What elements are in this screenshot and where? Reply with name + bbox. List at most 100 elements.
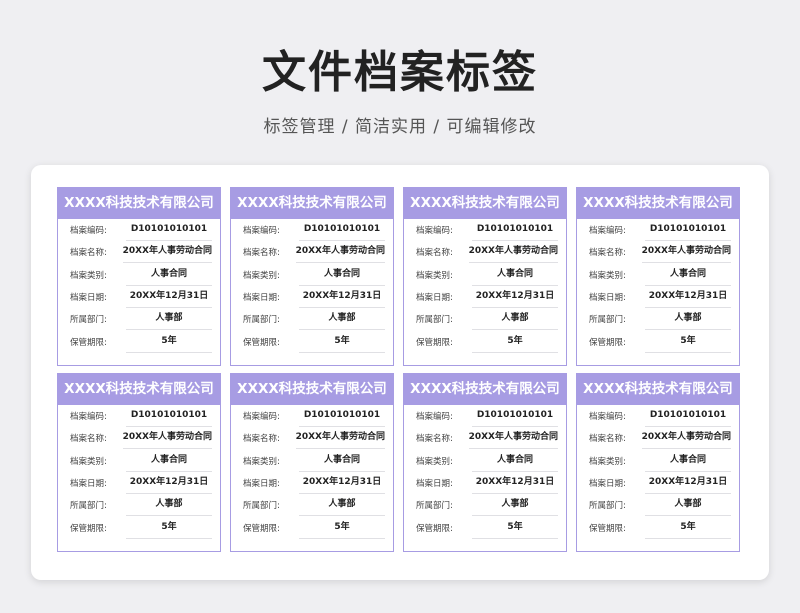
field-value: D10101010101 bbox=[299, 405, 385, 428]
field-value: 人事部 bbox=[645, 494, 731, 517]
field-value: 20XX年人事劳动合同 bbox=[641, 427, 731, 450]
card-field-row: 档案类别: 人事合同 bbox=[412, 450, 558, 472]
card-field-row: 档案日期: 20XX年12月31日 bbox=[66, 472, 212, 495]
card-field-row: 档案日期: 20XX年12月31日 bbox=[239, 472, 385, 495]
field-label: 档案编码: bbox=[243, 226, 280, 237]
field-label: 档案日期: bbox=[243, 293, 280, 304]
field-label: 所属部门: bbox=[70, 501, 107, 512]
field-value: 20XX年12月31日 bbox=[126, 286, 212, 309]
card-field-row: 档案类别: 人事合同 bbox=[239, 264, 385, 286]
field-label: 档案名称: bbox=[589, 434, 626, 445]
field-value: D10101010101 bbox=[645, 219, 731, 242]
field-label: 档案类别: bbox=[589, 270, 626, 281]
card-field-row: 档案编码: D10101010101 bbox=[412, 219, 558, 242]
field-value: 人事合同 bbox=[126, 264, 212, 286]
card-field-row: 档案名称: 20XX年人事劳动合同 bbox=[239, 241, 385, 264]
field-label: 档案类别: bbox=[70, 270, 107, 281]
field-label: 保管期限: bbox=[416, 523, 453, 534]
label-sheet: XXXX科技技术有限公司 档案编码: D10101010101 档案名称: 20XX年人… bbox=[31, 165, 769, 580]
field-label: 所属部门: bbox=[416, 315, 453, 326]
page-subtitle: 标签管理 / 简洁实用 / 可编辑修改 bbox=[263, 117, 537, 137]
page-title: 文件档案标签 bbox=[262, 47, 538, 98]
card-field-row: 档案编码: D10101010101 bbox=[239, 219, 385, 242]
card-company-name: XXXX科技技术有限公司 bbox=[58, 188, 220, 219]
field-value: 5年 bbox=[472, 331, 558, 353]
card-field-row: 档案名称: 20XX年人事劳动合同 bbox=[66, 241, 212, 264]
card-field-row: 档案类别: 人事合同 bbox=[585, 450, 731, 472]
field-value: 5年 bbox=[299, 517, 385, 539]
card-field-row: 档案类别: 人事合同 bbox=[66, 264, 212, 286]
field-label: 档案编码: bbox=[589, 412, 626, 423]
field-label: 所属部门: bbox=[589, 315, 626, 326]
field-label: 档案编码: bbox=[416, 226, 453, 237]
field-label: 保管期限: bbox=[243, 337, 280, 348]
field-value: 5年 bbox=[645, 331, 731, 353]
field-label: 档案日期: bbox=[70, 479, 107, 490]
archive-label-card: XXXX科技技术有限公司 档案编码: D10101010101 档案名称: 20XX年人… bbox=[403, 187, 567, 366]
field-value: 20XX年人事劳动合同 bbox=[295, 241, 385, 264]
field-label: 所属部门: bbox=[589, 501, 626, 512]
field-value: 5年 bbox=[472, 517, 558, 539]
field-value: 人事合同 bbox=[645, 264, 731, 286]
card-company-name: XXXX科技技术有限公司 bbox=[404, 374, 566, 405]
card-field-row: 保管期限: 5年 bbox=[239, 330, 385, 353]
field-value: 人事部 bbox=[126, 494, 212, 517]
field-label: 所属部门: bbox=[243, 501, 280, 512]
field-label: 档案名称: bbox=[243, 434, 280, 445]
card-field-row: 档案名称: 20XX年人事劳动合同 bbox=[66, 427, 212, 450]
field-label: 档案名称: bbox=[589, 248, 626, 259]
card-fields: 档案编码: D10101010101 档案名称: 20XX年人事劳动合同档案类别: 人事… bbox=[577, 219, 739, 353]
card-field-row: 保管期限: 5年 bbox=[66, 330, 212, 353]
card-field-row: 档案日期: 20XX年12月31日 bbox=[585, 472, 731, 495]
field-label: 所属部门: bbox=[416, 501, 453, 512]
card-field-row: 保管期限: 5年 bbox=[585, 516, 731, 539]
card-field-row: 档案编码: D10101010101 bbox=[66, 219, 212, 242]
field-label: 档案日期: bbox=[416, 293, 453, 304]
field-value: 人事部 bbox=[472, 308, 558, 331]
field-value: 5年 bbox=[299, 331, 385, 353]
field-label: 档案类别: bbox=[70, 456, 107, 467]
field-value: D10101010101 bbox=[472, 219, 558, 242]
card-fields: 档案编码: D10101010101 档案名称: 20XX年人事劳动合同 档案类别: 人事… bbox=[231, 219, 393, 353]
card-field-row: 档案日期: 20XX年12月31日 bbox=[239, 286, 385, 309]
field-value: 人事部 bbox=[299, 308, 385, 331]
field-label: 档案类别: bbox=[243, 456, 280, 467]
field-value: 20XX年人事劳动合同 bbox=[122, 427, 212, 450]
field-value: D10101010101 bbox=[645, 405, 731, 428]
card-field-row: 档案类别: 人事合同 bbox=[239, 450, 385, 472]
field-value: 人事部 bbox=[126, 308, 212, 331]
card-fields: 档案编码: D10101010101 档案名称: 20XX年人事劳动合同档案类别: 人事… bbox=[231, 405, 393, 539]
card-fields: 档案编码: D10101010101 档案名称: 20XX年人事劳动合同 档案类别: 人事… bbox=[404, 219, 566, 353]
field-label: 档案日期: bbox=[243, 479, 280, 490]
field-value: 20XX年12月31日 bbox=[299, 286, 385, 309]
card-field-row: 档案编码: D10101010101 bbox=[585, 219, 731, 242]
field-label: 档案日期: bbox=[416, 479, 453, 490]
field-label: 档案类别: bbox=[589, 456, 626, 467]
field-label: 档案日期: bbox=[589, 293, 626, 304]
card-field-row: 保管期限: 5年 bbox=[239, 516, 385, 539]
card-company-name: XXXX科技技术有限公司 bbox=[577, 188, 739, 219]
field-label: 档案类别: bbox=[416, 270, 453, 281]
field-value: 20XX年人事劳动合同 bbox=[122, 241, 212, 264]
field-label: 档案名称: bbox=[70, 248, 107, 259]
field-value: 人事合同 bbox=[472, 264, 558, 286]
card-field-row: 档案日期: 20XX年12月31日 bbox=[66, 286, 212, 309]
field-value: 20XX年人事劳动合同 bbox=[468, 427, 558, 450]
card-fields: 档案编码: D10101010101 档案名称: 20XX年人事劳动合同档案类别: 人事… bbox=[58, 219, 220, 353]
field-label: 所属部门: bbox=[70, 315, 107, 326]
card-field-row: 档案编码: D10101010101 bbox=[412, 405, 558, 428]
field-value: 20XX年12月31日 bbox=[472, 286, 558, 309]
card-field-row: 档案类别: 人事合同 bbox=[66, 450, 212, 472]
card-field-row: 档案类别: 人事合同 bbox=[412, 264, 558, 286]
field-value: 20XX年12月31日 bbox=[645, 286, 731, 309]
card-field-row: 档案编码: D10101010101 bbox=[239, 405, 385, 428]
field-value: 人事合同 bbox=[299, 450, 385, 472]
card-field-row: 档案类别: 人事合同 bbox=[585, 264, 731, 286]
card-field-row: 档案名称: 20XX年人事劳动合同 bbox=[239, 427, 385, 450]
card-field-row: 档案名称: 20XX年人事劳动合同 bbox=[412, 427, 558, 450]
card-field-row: 所属部门: 人事部 bbox=[239, 494, 385, 517]
card-field-row: 档案日期: 20XX年12月31日 bbox=[585, 286, 731, 309]
field-label: 档案日期: bbox=[70, 293, 107, 304]
field-value: 20XX年12月31日 bbox=[299, 472, 385, 495]
card-field-row: 档案名称: 20XX年人事劳动合同 bbox=[585, 241, 731, 264]
